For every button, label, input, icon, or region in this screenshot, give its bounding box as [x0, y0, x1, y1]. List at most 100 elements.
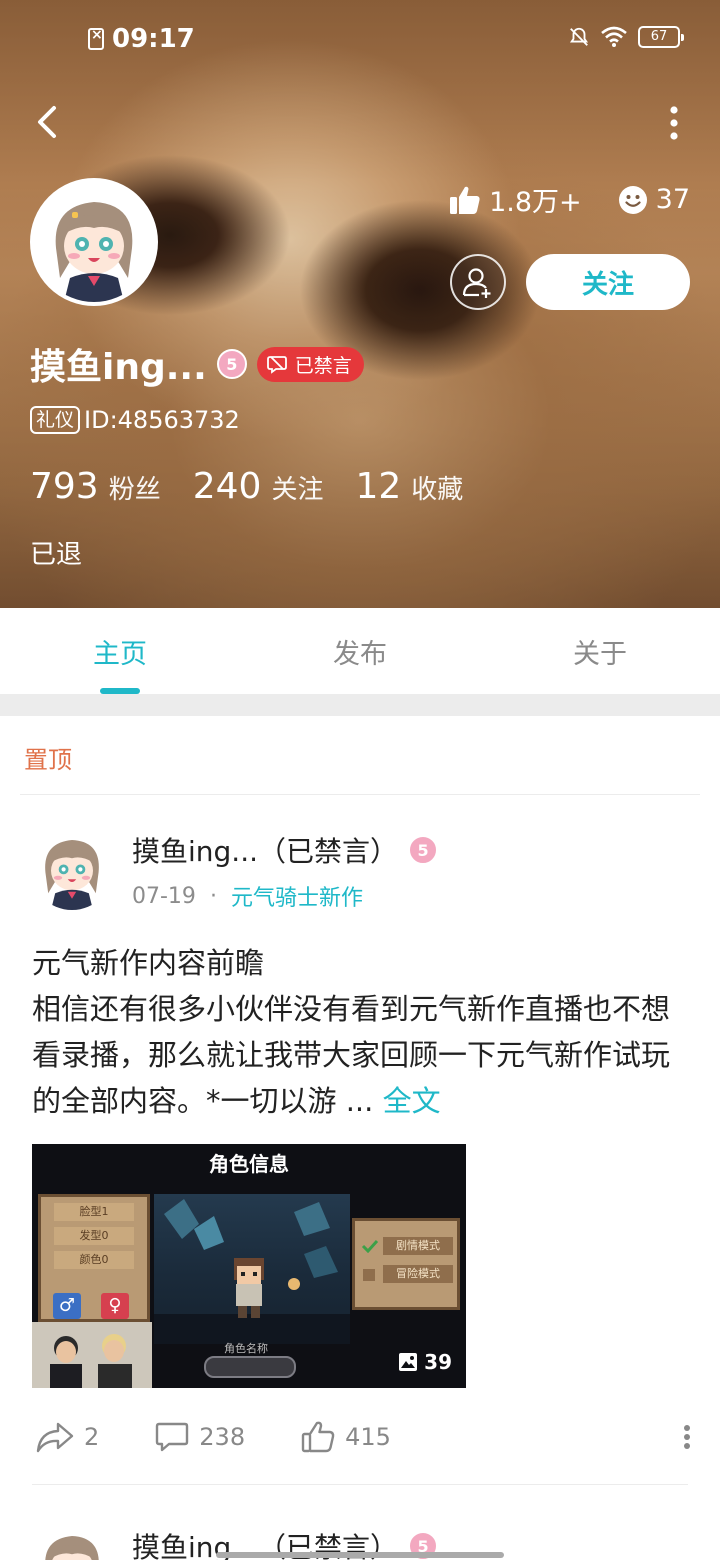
- post-author-name[interactable]: 摸鱼ing...（已禁言）: [132, 830, 398, 870]
- post-body[interactable]: 相信还有很多小伙伴没有看到元气新作直播也不想看录播，那么就让我带大家回顾一下元气…: [32, 986, 692, 1124]
- level-badge[interactable]: 5: [216, 349, 247, 379]
- post-image[interactable]: 角色信息 脸型1 发型0 颜色0 ♂ ♀ 剧情模式 冒险模式 角色名称 39: [32, 1144, 466, 1388]
- tab-about[interactable]: 关于: [480, 608, 720, 694]
- profile-top-stats: 1.8万+ 37: [449, 180, 690, 219]
- image-count: 39: [398, 1350, 452, 1374]
- tab-about-label: 关于: [573, 638, 627, 670]
- option-color: 颜色0: [54, 1251, 134, 1269]
- level-badge: 5: [408, 835, 439, 865]
- profile-bio: 已退: [30, 540, 83, 570]
- smiley-icon: [618, 185, 647, 214]
- story-mode-option: 剧情模式: [383, 1237, 453, 1255]
- share-button[interactable]: 2: [36, 1421, 99, 1453]
- post-author-avatar[interactable]: [30, 826, 114, 910]
- post-more-icon[interactable]: [682, 1424, 692, 1450]
- post-topic-link[interactable]: 元气骑士新作: [231, 880, 363, 912]
- profile-header-banner: 09:17 67 1.8万+: [0, 0, 720, 608]
- character-name-plate: [204, 1356, 296, 1378]
- emoji-count: 37: [618, 184, 690, 215]
- male-symbol-icon: ♂: [53, 1293, 81, 1319]
- favorites-count[interactable]: 12: [355, 466, 401, 507]
- game-character-sprite: [234, 1258, 264, 1318]
- game-mode-panel: 剧情模式 冒险模式: [352, 1218, 460, 1310]
- character-options-panel: 脸型1 发型0 颜色0 ♂ ♀: [38, 1194, 150, 1322]
- character-name-label: 角色名称: [224, 1342, 268, 1355]
- fans-count[interactable]: 793: [30, 466, 99, 507]
- gallery-icon: [399, 1353, 418, 1371]
- user-id-row: 礼仪 ID:48563732: [30, 406, 240, 434]
- more-vertical-icon[interactable]: [668, 106, 680, 140]
- anime-girl-avatar-image: [34, 182, 154, 302]
- back-arrow-icon[interactable]: [28, 100, 68, 144]
- post-header: 摸鱼ing...（已禁言） 5 07-19 · 元气骑士新作: [30, 826, 439, 912]
- option-face: 脸型1: [54, 1203, 134, 1221]
- follow-button[interactable]: 关注: [526, 254, 690, 310]
- profile-avatar[interactable]: [30, 178, 158, 306]
- following-label[interactable]: 关注: [271, 469, 323, 506]
- status-bar-icons: 67: [568, 26, 684, 48]
- share-icon: [36, 1422, 74, 1453]
- battery-icon: 67: [638, 26, 684, 48]
- image-count-value: 39: [424, 1350, 452, 1374]
- no-sim-icon: [88, 27, 104, 50]
- game-scene: [154, 1194, 350, 1344]
- post-subline: 07-19 · 元气骑士新作: [132, 880, 438, 912]
- thumbs-up-icon: [450, 186, 480, 214]
- tab-posts-label: 发布: [333, 638, 387, 670]
- tab-home-label: 主页: [93, 638, 147, 670]
- read-more-link[interactable]: 全文: [383, 1084, 441, 1118]
- two-streamers-image: [32, 1322, 152, 1388]
- emoji-count-value: 37: [655, 184, 690, 215]
- divider: [20, 794, 700, 795]
- check-icon: [361, 1239, 379, 1253]
- female-symbol-icon: ♀: [101, 1293, 129, 1319]
- thumbs-up-outline-icon: [301, 1421, 335, 1453]
- muted-status-badge[interactable]: 已禁言: [256, 346, 364, 382]
- comment-icon: [156, 1422, 189, 1452]
- comment-count: 238: [199, 1423, 246, 1451]
- username: 摸鱼ing...: [30, 347, 207, 388]
- tab-posts[interactable]: 发布: [240, 608, 480, 694]
- streamer-webcam-overlay: [32, 1322, 152, 1388]
- post-title[interactable]: 元气新作内容前瞻: [32, 940, 264, 982]
- meta-dot: ·: [209, 883, 217, 909]
- unchecked-box: [363, 1269, 375, 1281]
- like-count: 415: [345, 1423, 391, 1451]
- anime-girl-avatar-image: [30, 1522, 114, 1560]
- post-author-row: 摸鱼ing...（已禁言） 5: [132, 830, 439, 870]
- etiquette-tag[interactable]: 礼仪: [30, 406, 81, 434]
- fans-label[interactable]: 粉丝: [109, 469, 161, 506]
- share-count: 2: [84, 1423, 100, 1451]
- muted-badge-label: 已禁言: [294, 354, 352, 377]
- muted-chat-icon: [266, 356, 287, 374]
- status-time-text: 09:17: [112, 24, 195, 54]
- image-caption-title: 角色信息: [209, 1152, 289, 1176]
- user-id-text: ID:48563732: [84, 406, 240, 434]
- pinned-section-label: 置顶: [24, 746, 72, 774]
- like-button[interactable]: 415: [301, 1421, 391, 1453]
- status-bar-time: 09:17: [88, 24, 195, 54]
- username-row: 摸鱼ing... 5 已禁言: [30, 338, 364, 390]
- tab-home[interactable]: 主页: [0, 608, 240, 694]
- post-body-text: 相信还有很多小伙伴没有看到元气新作直播也不想看录播，那么就让我带大家回顾一下元气…: [32, 992, 671, 1118]
- post-meta: 摸鱼ing...（已禁言） 5 07-19 · 元气骑士新作: [132, 826, 439, 912]
- home-indicator[interactable]: [216, 1552, 504, 1558]
- following-count[interactable]: 240: [193, 466, 262, 507]
- profile-tabs: 主页 发布 关于: [0, 608, 720, 694]
- anime-girl-avatar-image: [30, 826, 114, 910]
- adventure-mode-option: 冒险模式: [383, 1265, 453, 1283]
- total-likes: 1.8万+: [449, 180, 582, 219]
- favorites-label[interactable]: 收藏: [411, 469, 463, 506]
- wifi-icon: [601, 26, 627, 47]
- comment-button[interactable]: 238: [155, 1421, 245, 1453]
- post-actions: 2 238 415: [36, 1416, 692, 1458]
- battery-level: 67: [650, 29, 668, 44]
- profile-counts: 793 粉丝 240 关注 12 收藏: [30, 466, 495, 507]
- add-friend-button[interactable]: [450, 254, 506, 310]
- post-date: 07-19: [132, 883, 196, 909]
- next-post-author-avatar[interactable]: [30, 1522, 114, 1560]
- total-likes-value: 1.8万+: [489, 187, 582, 218]
- add-user-icon: [462, 268, 491, 298]
- option-hair: 发型0: [54, 1227, 134, 1245]
- divider: [32, 1484, 688, 1485]
